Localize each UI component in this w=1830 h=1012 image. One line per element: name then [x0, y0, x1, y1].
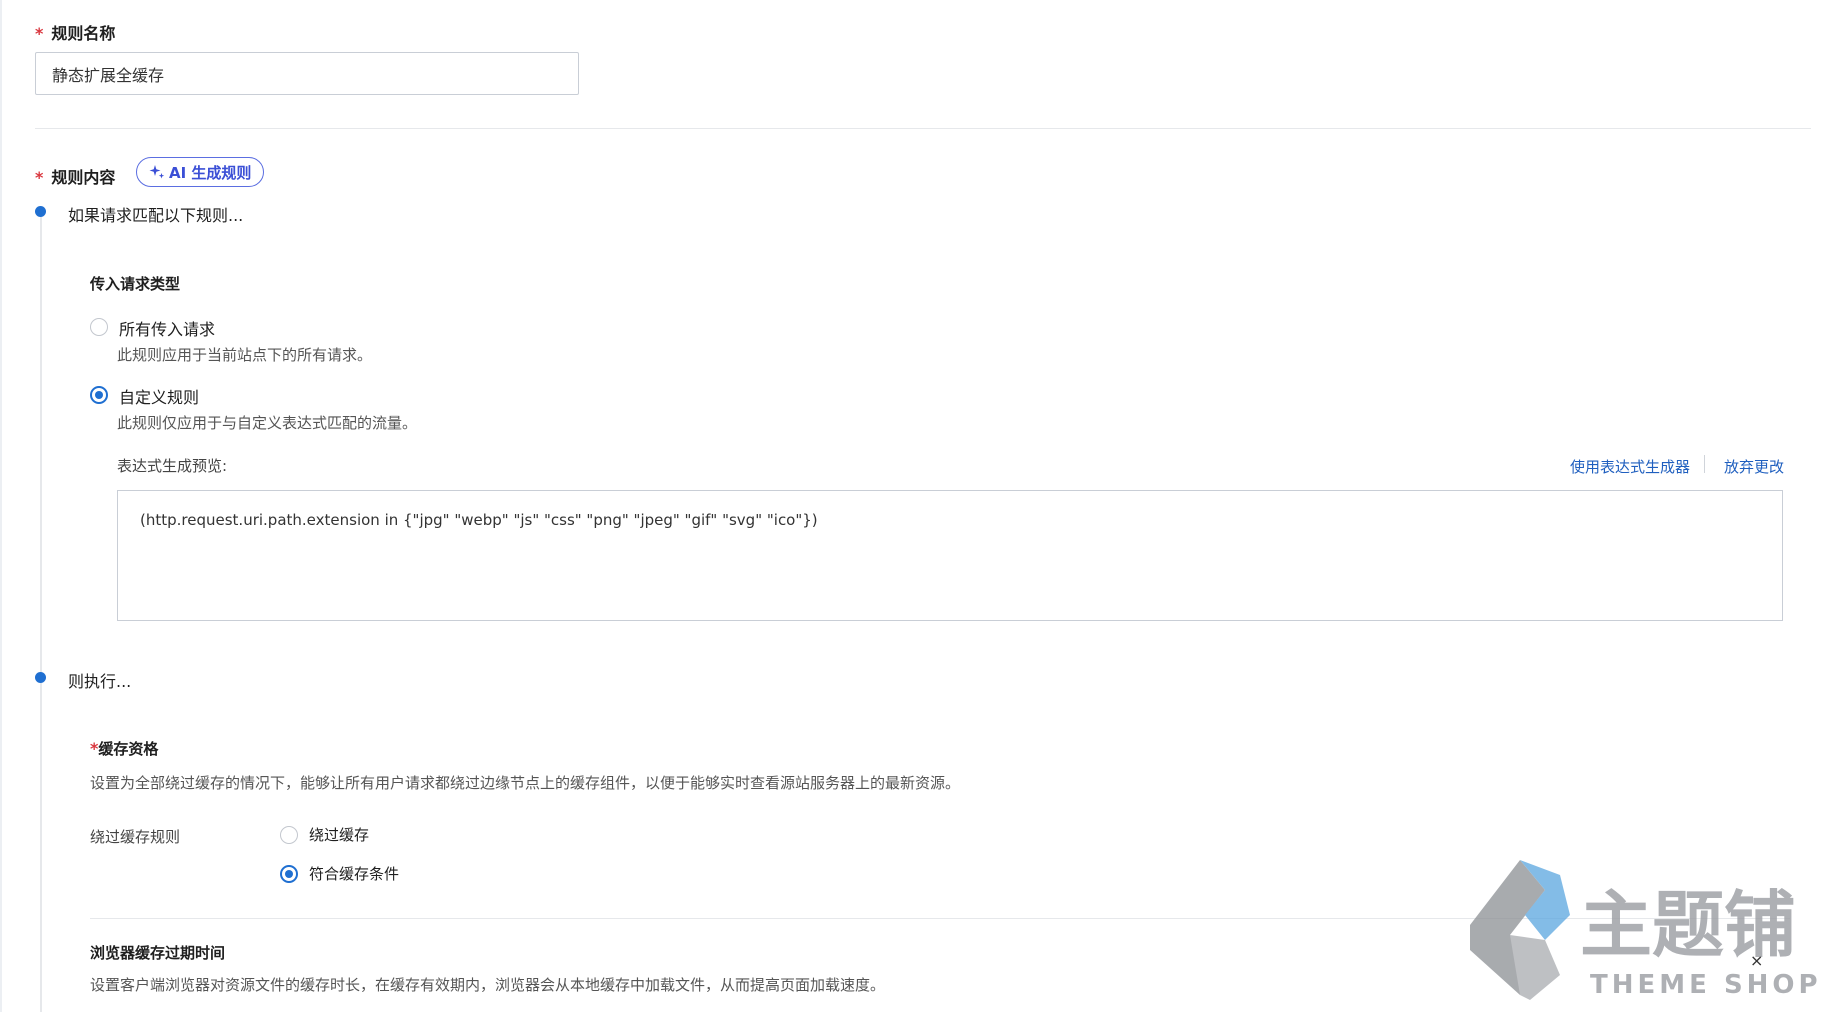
browser-cache-desc: 设置客户端浏览器对资源文件的缓存时长，在缓存有效期内，浏览器会从本地缓存中加载文… [90, 976, 886, 994]
close-icon[interactable]: × [1750, 951, 1763, 970]
browser-cache-heading: 浏览器缓存过期时间 [90, 944, 226, 962]
bypass-cache-rule-label: 绕过缓存规则 [90, 828, 181, 846]
cache-eligibility-desc: 设置为全部绕过缓存的情况下，能够让所有用户请求都绕过边缘节点上的缓存组件，以便于… [90, 774, 961, 792]
required-mark: * [35, 168, 44, 187]
radio-all-requests-label[interactable]: 所有传入请求 [119, 316, 215, 340]
link-separator [1704, 455, 1705, 473]
step-if-title: 如果请求匹配以下规则... [68, 206, 244, 225]
radio-custom-rule[interactable] [90, 386, 108, 404]
radio-bypass-cache-label[interactable]: 绕过缓存 [309, 824, 369, 845]
expression-preview-box[interactable]: (http.request.uri.path.extension in {"jp… [117, 490, 1783, 621]
watermark-brand-cn: 主题铺 [1580, 883, 1796, 967]
request-type-heading: 传入请求类型 [90, 275, 181, 293]
page-left-border [0, 0, 2, 1012]
radio-eligible-cache[interactable] [280, 865, 298, 883]
ai-generate-rule-label: AI 生成规则 [169, 163, 252, 182]
required-mark: * [35, 24, 44, 43]
expression-preview-label: 表达式生成预览: [117, 457, 228, 475]
section-divider [35, 128, 1811, 129]
expression-text: (http.request.uri.path.extension in {"jp… [140, 511, 818, 529]
watermark-logo-icon: 主题铺 THEME SHOP [1470, 860, 1822, 1000]
radio-all-requests[interactable] [90, 318, 108, 336]
rule-name-value: 静态扩展全缓存 [52, 65, 165, 85]
sparkle-icon [149, 165, 165, 179]
rule-content-label-row: * 规则内容 [35, 164, 115, 188]
radio-custom-rule-label[interactable]: 自定义规则 [119, 384, 199, 408]
rule-name-label: 规则名称 [51, 24, 116, 43]
radio-bypass-cache[interactable] [280, 826, 298, 844]
rule-name-input[interactable]: 静态扩展全缓存 [35, 52, 579, 95]
rule-content-label: 规则内容 [51, 168, 116, 187]
step-then-title: 则执行... [68, 672, 132, 691]
timeline-dot-then [35, 672, 46, 683]
radio-eligible-cache-label[interactable]: 符合缓存条件 [309, 863, 399, 884]
cache-eligibility-heading: 缓存资格 [98, 740, 159, 758]
use-expression-builder-link[interactable]: 使用表达式生成器 [1570, 456, 1690, 477]
timeline-dot-if [35, 206, 46, 217]
cache-eligibility-heading-row: *缓存资格 [90, 738, 158, 759]
timeline-line [40, 210, 42, 1012]
watermark-brand-en: THEME SHOP [1590, 970, 1822, 1000]
rule-name-label-row: * 规则名称 [35, 20, 115, 44]
ai-generate-rule-button[interactable]: AI 生成规则 [136, 157, 265, 187]
radio-all-requests-desc: 此规则应用于当前站点下的所有请求。 [117, 346, 373, 364]
discard-changes-link[interactable]: 放弃更改 [1724, 456, 1784, 477]
radio-custom-rule-desc: 此规则仅应用于与自定义表达式匹配的流量。 [117, 414, 418, 432]
theme-shop-watermark: 主题铺 THEME SHOP × [1450, 855, 1830, 1005]
